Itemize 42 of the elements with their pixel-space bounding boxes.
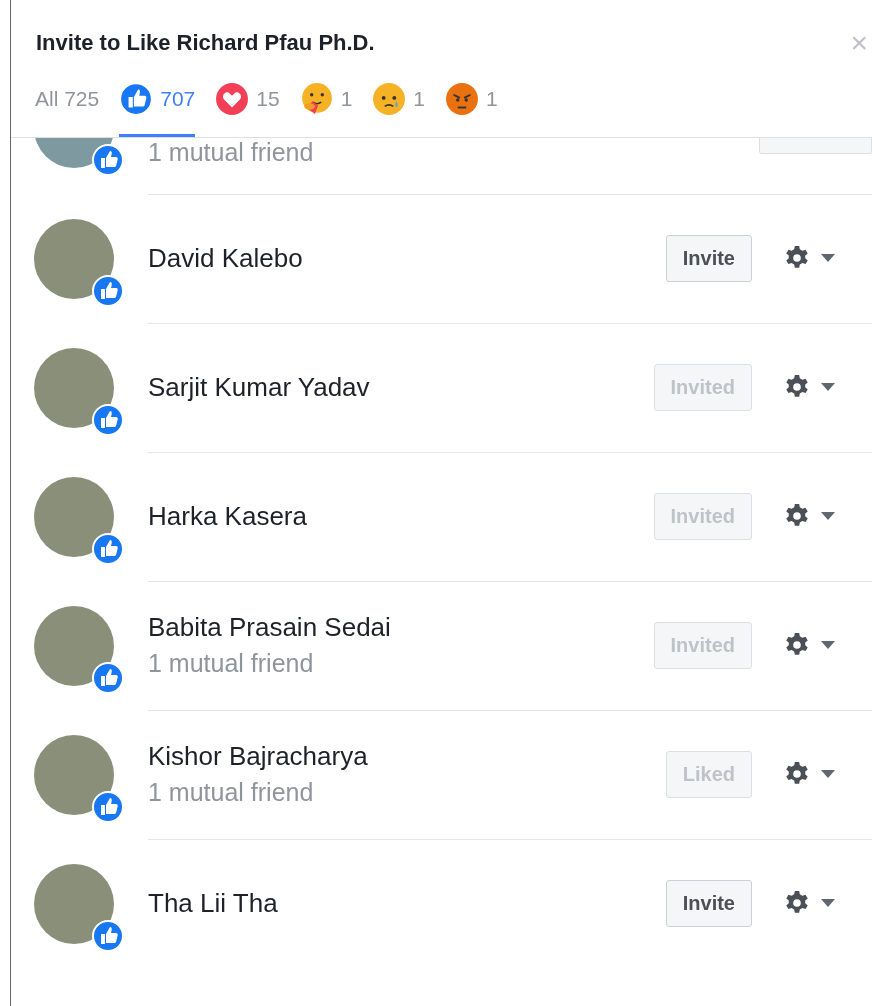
hugging-face-icon bbox=[299, 82, 334, 116]
settings-icon[interactable] bbox=[784, 374, 810, 400]
invite-button[interactable]: Invite bbox=[665, 879, 752, 927]
close-button[interactable]: × bbox=[850, 28, 872, 58]
settings-icon[interactable] bbox=[784, 632, 810, 658]
person-name[interactable]: Kishor Bajracharya bbox=[148, 741, 666, 772]
caret-icon[interactable] bbox=[820, 769, 836, 779]
thumbs-up-icon bbox=[92, 144, 124, 176]
dialog-title: Invite to Like Richard Pfau Ph.D. bbox=[36, 30, 375, 56]
caret-icon[interactable] bbox=[820, 640, 836, 650]
reaction-tab[interactable]: All 725 bbox=[35, 82, 100, 137]
settings-icon[interactable] bbox=[784, 761, 810, 787]
settings-icon[interactable] bbox=[784, 503, 810, 529]
person-name[interactable]: Babita Prasain Sedai bbox=[148, 612, 654, 643]
crying-face-icon bbox=[372, 82, 407, 116]
mutual-friends: 1 mutual friend bbox=[148, 778, 315, 807]
settings-icon[interactable] bbox=[784, 890, 810, 916]
reaction-tab[interactable]: 707 bbox=[119, 82, 196, 137]
caret-icon[interactable] bbox=[820, 382, 836, 392]
thumbs-up-icon bbox=[92, 790, 124, 823]
caret-icon[interactable] bbox=[820, 253, 836, 263]
angry-face-icon bbox=[445, 82, 479, 116]
reaction-tab[interactable]: 15 bbox=[215, 82, 280, 137]
reaction-tab[interactable]: 1 bbox=[299, 82, 353, 137]
reaction-tab[interactable]: 1 bbox=[445, 82, 498, 137]
mutual-friends: 1 mutual friend bbox=[148, 138, 315, 167]
person-name[interactable]: Sarjit Kumar Yadav bbox=[148, 371, 654, 403]
caret-icon[interactable] bbox=[820, 511, 836, 521]
mutual-friends: 1 mutual friend bbox=[148, 649, 315, 678]
caret-icon[interactable] bbox=[820, 898, 836, 908]
thumbs-up-icon bbox=[92, 403, 124, 436]
thumbs-up-icon bbox=[92, 532, 124, 565]
invite-button[interactable]: Invite bbox=[665, 234, 752, 282]
person-name[interactable]: David Kalebo bbox=[148, 242, 666, 274]
thumbs-up-icon bbox=[92, 661, 124, 694]
thumbs-up-icon bbox=[119, 82, 154, 116]
person-name[interactable]: Tha Lii Tha bbox=[148, 887, 666, 919]
person-name[interactable]: Harka Kasera bbox=[148, 500, 654, 532]
thumbs-up-icon bbox=[92, 919, 124, 952]
settings-icon[interactable] bbox=[784, 245, 810, 271]
thumbs-up-icon bbox=[92, 274, 124, 307]
reaction-tab[interactable]: 1 bbox=[372, 82, 425, 137]
